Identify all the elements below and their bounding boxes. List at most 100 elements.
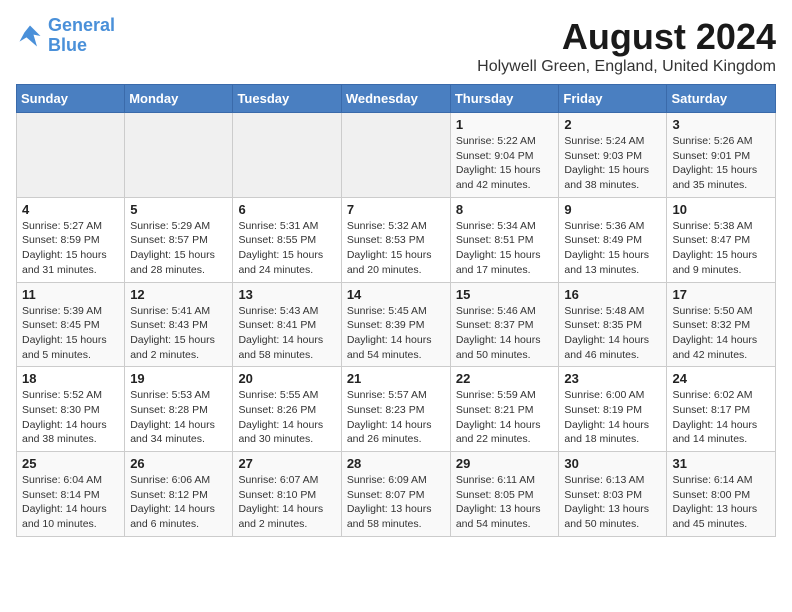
day-number: 15 [456,287,554,302]
day-header-sunday: Sunday [17,85,125,113]
day-info: Sunrise: 6:14 AMSunset: 8:00 PMDaylight:… [672,473,770,532]
day-number: 10 [672,202,770,217]
day-number: 16 [564,287,661,302]
day-info: Sunrise: 6:07 AMSunset: 8:10 PMDaylight:… [238,473,335,532]
day-number: 2 [564,117,661,132]
calendar-cell: 31 Sunrise: 6:14 AMSunset: 8:00 PMDayligh… [667,452,776,537]
day-info: Sunrise: 5:55 AMSunset: 8:26 PMDaylight:… [238,388,335,447]
day-header-wednesday: Wednesday [341,85,450,113]
calendar-cell [125,113,233,198]
week-row-2: 4 Sunrise: 5:27 AMSunset: 8:59 PMDaylight… [17,197,776,282]
calendar-cell [233,113,341,198]
calendar-cell: 20 Sunrise: 5:55 AMSunset: 8:26 PMDayligh… [233,367,341,452]
day-info: Sunrise: 5:26 AMSunset: 9:01 PMDaylight:… [672,134,770,193]
day-number: 31 [672,456,770,471]
calendar-cell: 26Sunrise: 6:06 AMSunset: 8:12 PMDayligh… [125,452,233,537]
day-number: 4 [22,202,119,217]
day-number: 22 [456,371,554,386]
calendar-cell: 15 Sunrise: 5:46 AMSunset: 8:37 PMDayligh… [450,282,559,367]
day-header-thursday: Thursday [450,85,559,113]
day-number: 19 [130,371,227,386]
day-number: 1 [456,117,554,132]
day-number: 5 [130,202,227,217]
day-info: Sunrise: 5:48 AMSunset: 8:35 PMDaylight:… [564,304,661,363]
calendar-cell: 10 Sunrise: 5:38 AMSunset: 8:47 PMDayligh… [667,197,776,282]
day-info: Sunrise: 6:11 AMSunset: 8:05 PMDaylight:… [456,473,554,532]
day-header-monday: Monday [125,85,233,113]
week-row-3: 11 Sunrise: 5:39 AMSunset: 8:45 PMDayligh… [17,282,776,367]
calendar-cell: 25 Sunrise: 6:04 AMSunset: 8:14 PMDayligh… [17,452,125,537]
day-info: Sunrise: 5:34 AMSunset: 8:51 PMDaylight:… [456,219,554,278]
day-info: Sunrise: 5:27 AMSunset: 8:59 PMDaylight:… [22,219,119,278]
day-info: Sunrise: 6:13 AMSunset: 8:03 PMDaylight:… [564,473,661,532]
calendar-cell: 8 Sunrise: 5:34 AMSunset: 8:51 PMDaylight… [450,197,559,282]
day-info: Sunrise: 5:52 AMSunset: 8:30 PMDaylight:… [22,388,119,447]
day-number: 26 [130,456,227,471]
day-number: 17 [672,287,770,302]
logo: General Blue [16,16,115,56]
day-number: 23 [564,371,661,386]
day-header-tuesday: Tuesday [233,85,341,113]
logo-line2: Blue [48,35,87,55]
day-info: Sunrise: 5:24 AMSunset: 9:03 PMDaylight:… [564,134,661,193]
day-info: Sunrise: 6:02 AMSunset: 8:17 PMDaylight:… [672,388,770,447]
day-number: 3 [672,117,770,132]
day-header-saturday: Saturday [667,85,776,113]
day-info: Sunrise: 5:32 AMSunset: 8:53 PMDaylight:… [347,219,445,278]
calendar-cell: 3 Sunrise: 5:26 AMSunset: 9:01 PMDaylight… [667,113,776,198]
day-number: 18 [22,371,119,386]
day-number: 12 [130,287,227,302]
calendar-cell: 28 Sunrise: 6:09 AMSunset: 8:07 PMDayligh… [341,452,450,537]
day-info: Sunrise: 6:09 AMSunset: 8:07 PMDaylight:… [347,473,445,532]
day-number: 8 [456,202,554,217]
calendar-cell: 24Sunrise: 6:02 AMSunset: 8:17 PMDayligh… [667,367,776,452]
calendar-cell: 16 Sunrise: 5:48 AMSunset: 8:35 PMDayligh… [559,282,667,367]
day-number: 27 [238,456,335,471]
calendar-cell: 4 Sunrise: 5:27 AMSunset: 8:59 PMDaylight… [17,197,125,282]
day-number: 13 [238,287,335,302]
day-info: Sunrise: 5:50 AMSunset: 8:32 PMDaylight:… [672,304,770,363]
calendar-cell: 12Sunrise: 5:41 AMSunset: 8:43 PMDayligh… [125,282,233,367]
day-info: Sunrise: 5:39 AMSunset: 8:45 PMDaylight:… [22,304,119,363]
day-number: 6 [238,202,335,217]
calendar-cell: 19 Sunrise: 5:53 AMSunset: 8:28 PMDayligh… [125,367,233,452]
calendar-cell: 22 Sunrise: 5:59 AMSunset: 8:21 PMDayligh… [450,367,559,452]
calendar-cell [341,113,450,198]
calendar-cell: 23 Sunrise: 6:00 AMSunset: 8:19 PMDayligh… [559,367,667,452]
day-info: Sunrise: 5:46 AMSunset: 8:37 PMDaylight:… [456,304,554,363]
day-number: 25 [22,456,119,471]
calendar-cell: 18 Sunrise: 5:52 AMSunset: 8:30 PMDayligh… [17,367,125,452]
week-row-4: 18 Sunrise: 5:52 AMSunset: 8:30 PMDayligh… [17,367,776,452]
calendar-cell: 13Sunrise: 5:43 AMSunset: 8:41 PMDayligh… [233,282,341,367]
title-area: August 2024 Holywell Green, England, Uni… [477,16,776,76]
logo-text: General Blue [48,16,115,56]
day-info: Sunrise: 6:00 AMSunset: 8:19 PMDaylight:… [564,388,661,447]
day-header-friday: Friday [559,85,667,113]
header-row: SundayMondayTuesdayWednesdayThursdayFrid… [17,85,776,113]
calendar-cell: 30Sunrise: 6:13 AMSunset: 8:03 PMDayligh… [559,452,667,537]
main-title: August 2024 [477,16,776,58]
calendar-body: 1 Sunrise: 5:22 AMSunset: 9:04 PMDaylight… [17,113,776,537]
day-number: 20 [238,371,335,386]
day-number: 21 [347,371,445,386]
day-info: Sunrise: 5:45 AMSunset: 8:39 PMDaylight:… [347,304,445,363]
day-info: Sunrise: 5:38 AMSunset: 8:47 PMDaylight:… [672,219,770,278]
calendar-cell: 6 Sunrise: 5:31 AMSunset: 8:55 PMDaylight… [233,197,341,282]
calendar-cell: 1 Sunrise: 5:22 AMSunset: 9:04 PMDaylight… [450,113,559,198]
day-number: 29 [456,456,554,471]
header: General Blue August 2024 Holywell Green,… [16,16,776,76]
day-number: 28 [347,456,445,471]
day-info: Sunrise: 5:22 AMSunset: 9:04 PMDaylight:… [456,134,554,193]
calendar-cell: 2 Sunrise: 5:24 AMSunset: 9:03 PMDaylight… [559,113,667,198]
calendar-cell: 11 Sunrise: 5:39 AMSunset: 8:45 PMDayligh… [17,282,125,367]
day-info: Sunrise: 6:04 AMSunset: 8:14 PMDaylight:… [22,473,119,532]
day-info: Sunrise: 5:29 AMSunset: 8:57 PMDaylight:… [130,219,227,278]
day-info: Sunrise: 5:31 AMSunset: 8:55 PMDaylight:… [238,219,335,278]
day-info: Sunrise: 5:59 AMSunset: 8:21 PMDaylight:… [456,388,554,447]
day-info: Sunrise: 5:53 AMSunset: 8:28 PMDaylight:… [130,388,227,447]
calendar-cell [17,113,125,198]
calendar-cell: 29 Sunrise: 6:11 AMSunset: 8:05 PMDayligh… [450,452,559,537]
day-info: Sunrise: 5:57 AMSunset: 8:23 PMDaylight:… [347,388,445,447]
logo-line1: General [48,15,115,35]
day-number: 11 [22,287,119,302]
